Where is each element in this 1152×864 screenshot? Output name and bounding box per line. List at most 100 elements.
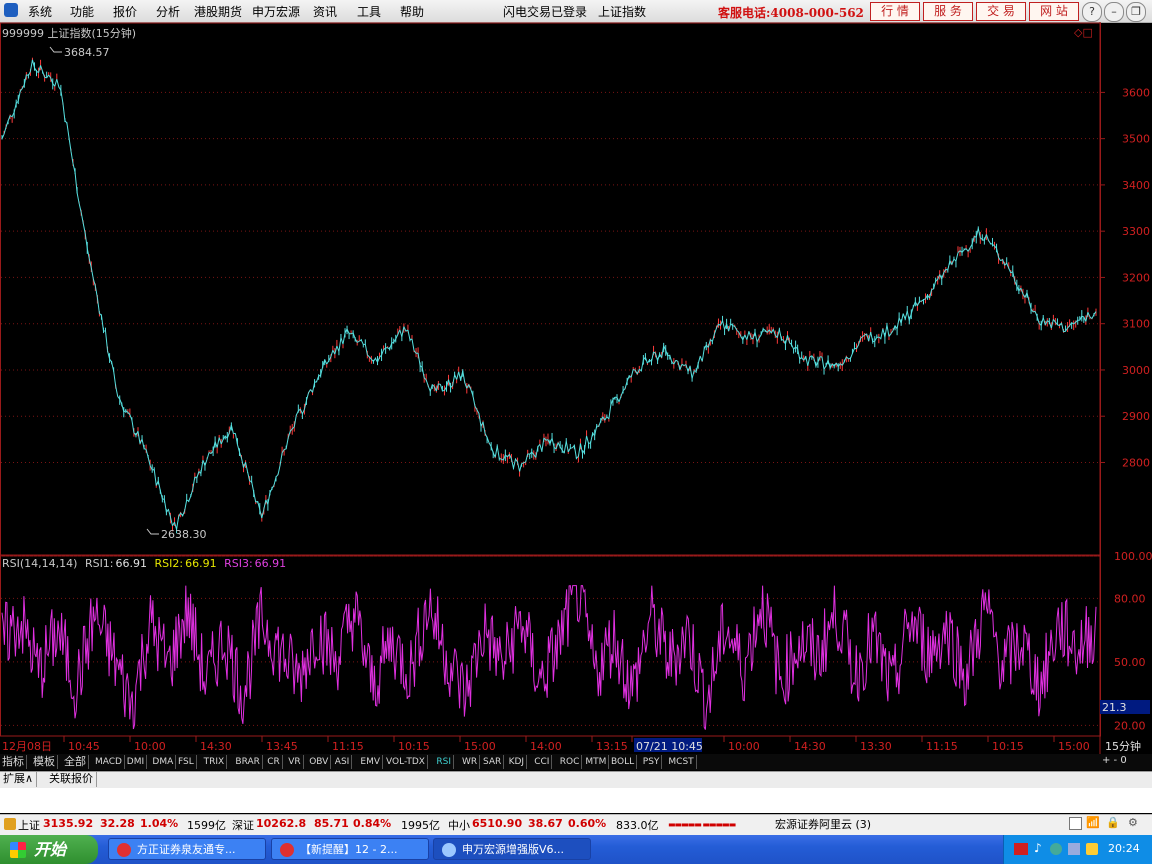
price-line-segment <box>68 137 72 152</box>
app-icon[interactable] <box>4 3 18 17</box>
minimize-icon[interactable]: – <box>1104 2 1124 22</box>
price-line-segment <box>96 297 100 314</box>
time-tick-label: 10:00 <box>134 740 166 753</box>
kline-chart[interactable]: 3600 3500 3400 3300 3200 3100 3000 2900 2800 100… <box>0 22 1152 754</box>
start-button[interactable]: 开始 <box>0 835 98 864</box>
tray-music-icon[interactable]: ♪ <box>1034 841 1042 855</box>
tab-rsi[interactable]: RSI <box>434 755 455 769</box>
tab--[interactable]: 全部 <box>62 755 89 769</box>
tab-dma[interactable]: DMA <box>150 755 177 769</box>
task-fangzheng[interactable]: 方正证券泉友通专... <box>108 838 266 860</box>
tab-fsl[interactable]: FSL <box>176 755 197 769</box>
tab-brar[interactable]: BRAR <box>233 755 263 769</box>
broker-server[interactable]: 宏源证券阿里云 (3) <box>775 816 871 832</box>
tab-wr[interactable]: WR <box>460 755 481 769</box>
price-line-segment <box>689 365 693 379</box>
price-line-segment <box>791 344 795 350</box>
menu-quote[interactable]: 报价 <box>113 3 137 20</box>
tab-boll[interactable]: BOLL <box>609 755 638 769</box>
service-button[interactable]: 服 务 <box>923 2 973 21</box>
restore-icon[interactable]: ❐ <box>1126 2 1146 22</box>
time-tick-label: 10:00 <box>728 740 760 753</box>
menu-system[interactable]: 系统 <box>28 3 52 20</box>
tab-asi[interactable]: ASI <box>333 755 353 769</box>
sh-value: 3135.92 <box>43 817 94 830</box>
price-line-segment <box>1081 315 1084 318</box>
price-line-segment <box>3 126 7 135</box>
price-line-segment <box>510 458 514 469</box>
quotes-button[interactable]: 行 情 <box>870 2 920 21</box>
price-line-segment <box>305 392 309 401</box>
tab-cr[interactable]: CR <box>265 755 283 769</box>
tab-trix[interactable]: TRIX <box>202 755 228 769</box>
tab-emv[interactable]: EMV <box>358 755 383 769</box>
price-line-segment <box>563 441 567 454</box>
sz-name[interactable]: 深证 <box>232 817 254 833</box>
price-line-segment <box>778 329 782 340</box>
settings-icon[interactable]: ⚙ <box>1128 816 1138 829</box>
menu-info[interactable]: 资讯 <box>313 3 337 20</box>
tray-app-icon[interactable] <box>1014 843 1028 855</box>
menu-tools[interactable]: 工具 <box>357 3 381 20</box>
tab--[interactable]: 模板 <box>31 755 58 769</box>
price-line-segment <box>630 369 634 378</box>
tab-macd[interactable]: MACD <box>93 755 125 769</box>
tab-cci[interactable]: CCI <box>532 755 553 769</box>
service-phone: 客服电话:4008-000-562 <box>718 6 864 20</box>
expand-button[interactable]: 扩展∧ <box>0 771 38 787</box>
rsi-line <box>1 584 1097 730</box>
menu-bar: 系统 功能 报价 分析 港股期货 申万宏源 资讯 工具 帮助 闪电交易已登录 上… <box>0 0 1152 23</box>
rsi-legend: RSI(14,14,14) RSI1: 66.91 RSI2: 66.91 RSI3… <box>2 557 290 570</box>
tab-kdj[interactable]: KDJ <box>507 755 528 769</box>
menu-help[interactable]: 帮助 <box>400 3 424 20</box>
task-label: 【新提醒】12 - 2... <box>300 843 398 856</box>
price-line-segment <box>157 480 161 491</box>
rsi3-label: RSI3: <box>224 557 253 570</box>
price-line-segment <box>318 374 321 377</box>
price-line-segment <box>295 410 299 416</box>
tab-dmi[interactable]: DMI <box>125 755 148 769</box>
swhy-icon <box>442 843 456 857</box>
price-line-segment <box>184 499 188 511</box>
menu-function[interactable]: 功能 <box>70 3 94 20</box>
task-swhy[interactable]: 申万宏源增强版V6... <box>433 838 591 860</box>
menu-analysis[interactable]: 分析 <box>156 3 180 20</box>
website-button[interactable]: 网 站 <box>1029 2 1079 21</box>
high-label: 3684.57 <box>64 46 110 59</box>
zx-name[interactable]: 中小 <box>448 817 470 833</box>
chart-window-icons[interactable]: ◇□ <box>1074 26 1093 39</box>
tray-volume-icon[interactable] <box>1086 843 1098 855</box>
price-line-segment <box>870 331 874 342</box>
sh-name[interactable]: 上证 <box>18 817 40 833</box>
price-line-segment <box>275 474 279 478</box>
help-icon[interactable]: ? <box>1082 2 1102 22</box>
price-tick-label: 3400 <box>1122 179 1150 192</box>
menu-swhy[interactable]: 申万宏源 <box>252 3 300 20</box>
tab-roc[interactable]: ROC <box>558 755 583 769</box>
tab-vol-tdx[interactable]: VOL-TDX <box>384 755 428 769</box>
time-tick-label: 14:30 <box>200 740 232 753</box>
task-reminder[interactable]: 【新提醒】12 - 2... <box>271 838 429 860</box>
tabs-zoom-controls[interactable]: + - 0 <box>1102 755 1127 766</box>
tray-monitor-icon[interactable] <box>1068 843 1080 855</box>
time-tick-label: 11:15 <box>332 740 364 753</box>
price-line-segment <box>145 449 149 458</box>
related-quotes-button[interactable]: 关联报价 <box>46 771 97 787</box>
signal-icon: 📶 <box>1086 816 1100 829</box>
menu-hk-futures[interactable]: 港股期货 <box>194 3 242 20</box>
trade-button[interactable]: 交 易 <box>976 2 1026 21</box>
chart-title: 999999 上证指数(15分钟) <box>2 27 137 40</box>
time-axis: 12月08日 10:45 10:00 14:30 13:45 11:15 10:15 15:0… <box>2 736 1090 753</box>
note-icon[interactable] <box>1069 817 1082 830</box>
tab-obv[interactable]: OBV <box>307 755 332 769</box>
price-tick-label: 3000 <box>1122 364 1150 377</box>
tab-sar[interactable]: SAR <box>481 755 505 769</box>
tray-network-icon[interactable] <box>1050 843 1062 855</box>
tab--[interactable]: 指标 <box>0 755 27 769</box>
price-line-segment <box>78 203 82 213</box>
tab-mcst[interactable]: MCST <box>666 755 697 769</box>
tab-mtm[interactable]: MTM <box>583 755 610 769</box>
price-line-segment <box>438 383 441 385</box>
tab-vr[interactable]: VR <box>286 755 304 769</box>
tab-psy[interactable]: PSY <box>641 755 663 769</box>
